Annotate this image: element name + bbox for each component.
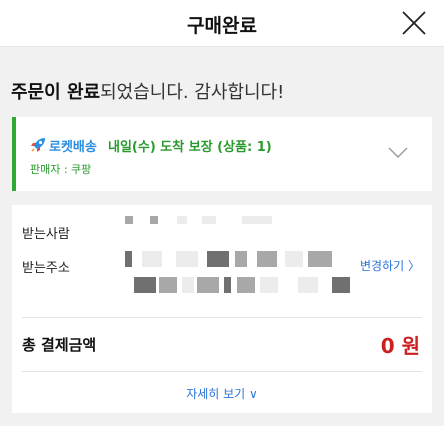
- divider: [22, 371, 422, 372]
- seller-info: 판매자 : 쿠팡: [30, 163, 92, 176]
- delivery-card[interactable]: 로켓배송 내일(수) 도착 보장 (상품: 1) 판매자 : 쿠팡: [12, 117, 432, 191]
- view-details-link[interactable]: 자세히 보기 ∨: [12, 385, 432, 402]
- rocket-icon: [31, 138, 45, 152]
- recipient-label: 받는사람: [22, 227, 70, 242]
- close-button[interactable]: [400, 9, 428, 37]
- order-info-card: 받는사람 받는주소 변경하기 〉 총 결제금액 0 원 자세히 보기 ∨: [12, 205, 432, 413]
- address-label: 받는주소: [22, 261, 70, 276]
- rocket-delivery-label: 로켓배송: [49, 140, 97, 155]
- page-title: 구매완료: [187, 15, 257, 37]
- divider: [22, 317, 422, 318]
- order-complete-message: 주문이 완료되었습니다. 감사합니다!: [11, 78, 284, 104]
- total-payment-amount: 0 원: [380, 334, 420, 358]
- header-bar: 구매완료: [0, 0, 444, 47]
- close-icon: [402, 11, 426, 35]
- change-address-link[interactable]: 변경하기 〉: [360, 257, 420, 274]
- order-complete-bold: 주문이 완료: [11, 82, 101, 103]
- total-payment-label: 총 결제금액: [22, 336, 97, 354]
- chevron-down-icon[interactable]: [388, 147, 408, 159]
- order-complete-rest: 되었습니다. 감사합니다!: [100, 82, 285, 103]
- arrival-guarantee: 내일(수) 도착 보장 (상품: 1): [108, 140, 272, 155]
